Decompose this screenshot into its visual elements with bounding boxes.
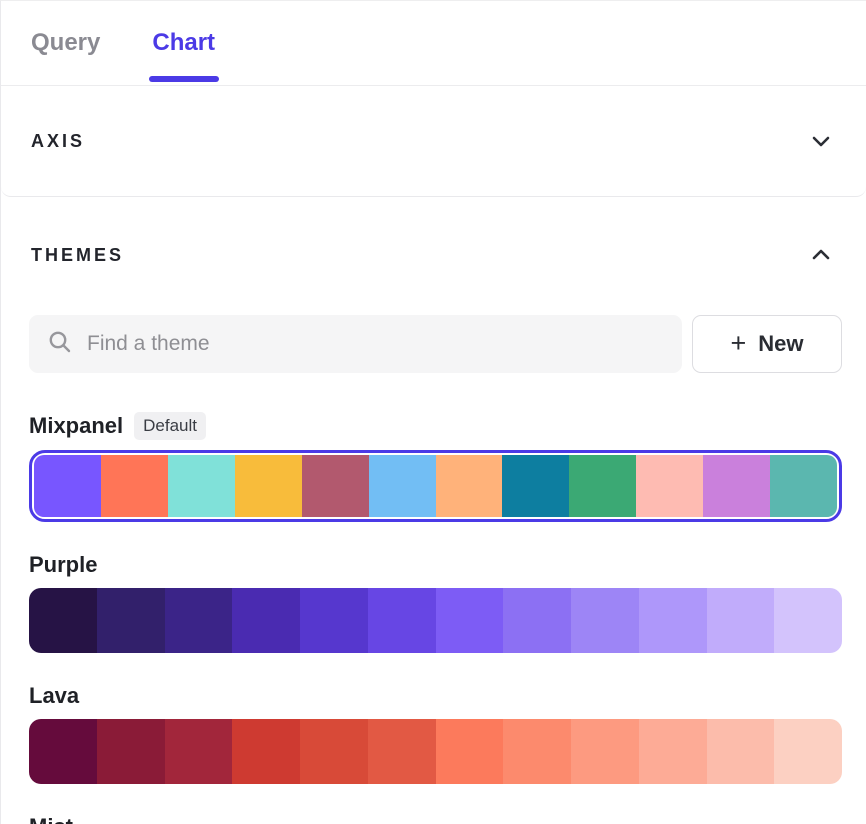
tab-query-label: Query <box>31 29 100 57</box>
swatch-cell <box>503 719 571 784</box>
theme-item-mist: Mist <box>29 814 842 824</box>
swatch-cell <box>569 455 636 517</box>
swatch-cell <box>165 719 233 784</box>
swatch-cell <box>436 719 504 784</box>
theme-swatch-purple[interactable] <box>29 588 842 653</box>
swatch-cell <box>97 719 165 784</box>
swatch-cell <box>168 455 235 517</box>
plus-icon: + <box>730 330 746 357</box>
theme-search-row: + New <box>29 315 842 373</box>
swatch-cell <box>300 719 368 784</box>
theme-item-mixpanel: Mixpanel Default <box>29 412 842 522</box>
swatch-cell <box>165 588 233 653</box>
search-icon <box>47 329 73 360</box>
theme-name: Purple <box>29 552 97 578</box>
swatch-cell <box>101 455 168 517</box>
swatch-cell <box>571 719 639 784</box>
chevron-down-icon[interactable] <box>810 130 832 152</box>
swatch-cell <box>639 588 707 653</box>
new-theme-button-label: New <box>758 331 803 357</box>
theme-name: Mist <box>29 814 73 824</box>
swatch-cell <box>369 455 436 517</box>
swatch-cell <box>774 719 842 784</box>
swatch-cell <box>436 588 504 653</box>
swatch-cell <box>97 588 165 653</box>
swatch-cell <box>571 588 639 653</box>
tab-query[interactable]: Query <box>31 1 100 85</box>
swatch-cell <box>774 588 842 653</box>
swatch-cell <box>300 588 368 653</box>
swatch-row[interactable] <box>29 719 842 784</box>
swatch-cell <box>436 455 503 517</box>
tab-underline <box>149 76 219 82</box>
swatch-cell <box>232 588 300 653</box>
swatch-cell <box>502 455 569 517</box>
swatch-cell <box>235 455 302 517</box>
tab-chart[interactable]: Chart <box>152 1 215 85</box>
chevron-up-icon[interactable] <box>810 244 832 266</box>
swatch-cell <box>368 719 436 784</box>
theme-name: Mixpanel <box>29 413 123 439</box>
theme-item-lava: Lava <box>29 683 842 784</box>
swatch-cell <box>302 455 369 517</box>
new-theme-button[interactable]: + New <box>692 315 842 373</box>
tab-bar: Query Chart <box>1 1 866 85</box>
swatch-cell <box>636 455 703 517</box>
swatch-cell <box>232 719 300 784</box>
default-badge: Default <box>134 412 206 440</box>
theme-name: Lava <box>29 683 79 709</box>
swatch-cell <box>368 588 436 653</box>
theme-item-purple: Purple <box>29 552 842 653</box>
theme-swatch-mixpanel[interactable] <box>29 450 842 522</box>
swatch-row[interactable] <box>29 588 842 653</box>
theme-swatch-lava[interactable] <box>29 719 842 784</box>
swatch-cell <box>34 455 101 517</box>
swatch-cell <box>707 719 775 784</box>
axis-section-title: AXIS <box>31 131 85 152</box>
theme-list: Mixpanel Default Purple Lava Mist <box>29 412 842 824</box>
theme-search-input[interactable] <box>87 332 664 356</box>
themes-section-header[interactable]: THEMES <box>1 244 866 266</box>
axis-section-header[interactable]: AXIS <box>1 85 866 197</box>
themes-section-title: THEMES <box>31 245 124 266</box>
swatch-cell <box>29 588 97 653</box>
swatch-cell <box>770 455 837 517</box>
swatch-cell <box>639 719 707 784</box>
theme-search-box[interactable] <box>29 315 682 373</box>
theme-label-row: Lava <box>29 683 842 709</box>
theme-label-row: Mist <box>29 814 842 824</box>
theme-label-row: Mixpanel Default <box>29 412 842 440</box>
tab-chart-label: Chart <box>152 29 215 57</box>
swatch-row[interactable] <box>34 455 837 517</box>
swatch-cell <box>503 588 571 653</box>
swatch-cell <box>707 588 775 653</box>
theme-label-row: Purple <box>29 552 842 578</box>
swatch-cell <box>703 455 770 517</box>
swatch-cell <box>29 719 97 784</box>
